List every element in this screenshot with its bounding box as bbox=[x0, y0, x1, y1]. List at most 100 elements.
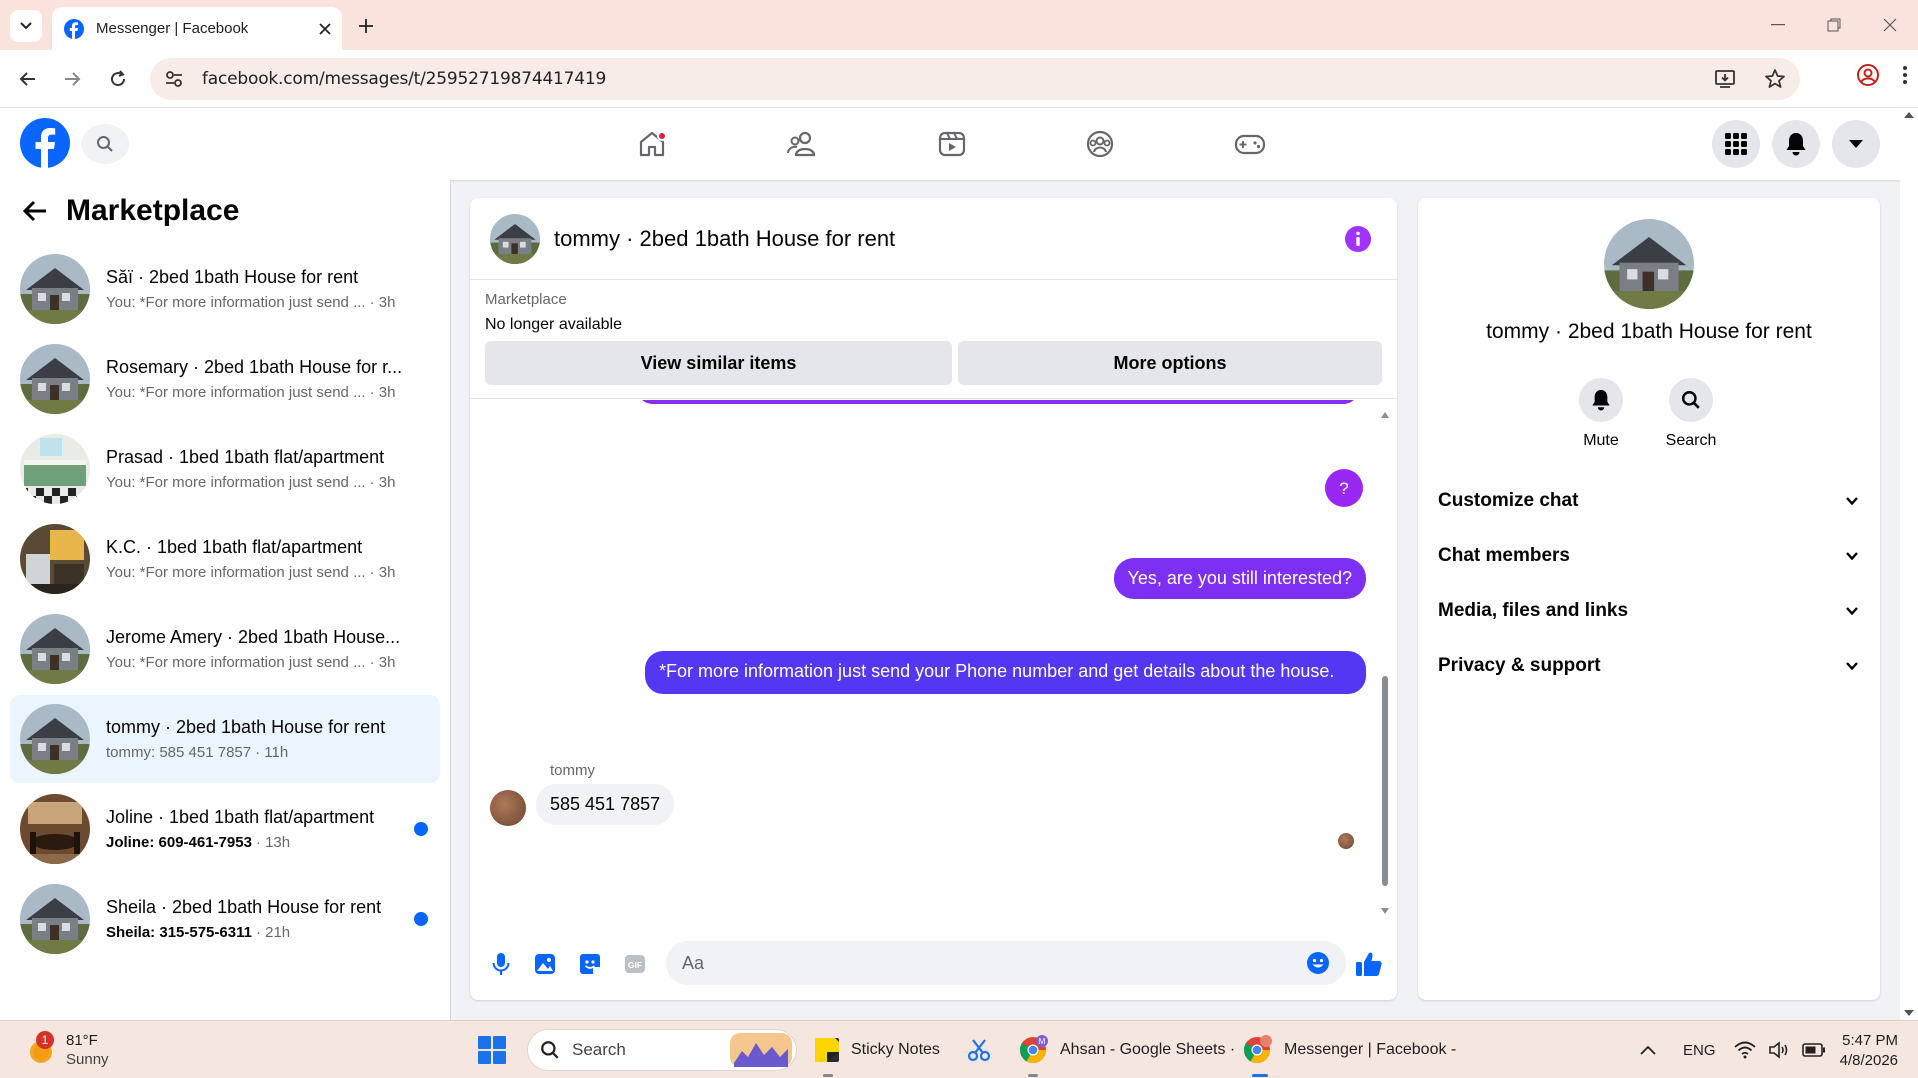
weather-widget[interactable]: 1 81°F Sunny bbox=[24, 1021, 109, 1078]
address-bar[interactable]: facebook.com/messages/t/2595271987441741… bbox=[150, 58, 1800, 100]
conversation-thumbnail bbox=[20, 704, 90, 774]
message-thread: ? Yes, are you still interested? *For mo… bbox=[470, 400, 1397, 925]
conversation-item[interactable]: tommy · 2bed 1bath House for rent tommy: … bbox=[10, 695, 440, 783]
privacy-support-section[interactable]: Privacy & support bbox=[1438, 644, 1858, 688]
attach-photo-button[interactable] bbox=[530, 949, 560, 979]
conversation-name: Joline · 1bed 1bath flat/apartment bbox=[106, 807, 375, 827]
chat-members-section[interactable]: Chat members bbox=[1438, 534, 1858, 578]
conversation-time: · 3h bbox=[369, 564, 396, 581]
gif-button[interactable]: GIF bbox=[620, 949, 650, 979]
conversation-item[interactable]: Prasad · 1bed 1bath flat/apartment You: *… bbox=[10, 425, 440, 513]
conversation-thumbnail bbox=[20, 794, 90, 864]
mute-action[interactable]: Mute bbox=[1561, 378, 1641, 450]
tab-search-button[interactable] bbox=[10, 10, 42, 42]
search-action[interactable]: Search bbox=[1651, 378, 1731, 450]
weather-desc: Sunny bbox=[66, 1051, 109, 1068]
url-text[interactable]: facebook.com/messages/t/2595271987441741… bbox=[202, 69, 1714, 89]
facebook-logo[interactable] bbox=[20, 118, 70, 168]
page-scrollbar[interactable] bbox=[1900, 108, 1918, 1020]
nav-gaming[interactable] bbox=[1220, 118, 1280, 170]
conversation-name: Sheila · 2bed 1bath House for rent bbox=[106, 897, 382, 917]
minimize-button[interactable] bbox=[1750, 0, 1806, 50]
thumbs-up-icon bbox=[1356, 952, 1382, 976]
taskbar-snipping-tool[interactable] bbox=[965, 1021, 993, 1078]
conversation-name: K.C. · 1bed 1bath flat/apartment bbox=[106, 537, 363, 557]
clock[interactable]: 5:47 PM 4/8/2026 bbox=[1818, 1021, 1898, 1078]
gaming-icon bbox=[1234, 134, 1266, 155]
language-indicator[interactable]: ENG bbox=[1683, 1021, 1716, 1078]
conversation-info-button[interactable] bbox=[1345, 226, 1371, 252]
forward-button[interactable] bbox=[56, 63, 88, 95]
conversation-preview: You: *For more information just send ... bbox=[106, 384, 366, 401]
taskbar-sticky-notes[interactable]: Sticky Notes bbox=[813, 1021, 940, 1078]
svg-text:M: M bbox=[1039, 1037, 1046, 1046]
conversation-item[interactable]: Săï · 2bed 1bath House for rent You: *For… bbox=[10, 245, 440, 333]
like-button[interactable] bbox=[1354, 949, 1384, 979]
profile-avatar-icon[interactable] bbox=[1856, 63, 1880, 87]
voice-clip-button[interactable] bbox=[486, 949, 516, 979]
conversation-item[interactable]: Jerome Amery · 2bed 1bath House... You: *… bbox=[10, 605, 440, 693]
message-scrollbar[interactable] bbox=[1378, 408, 1392, 918]
arrow-left-icon bbox=[19, 72, 35, 86]
sticker-button[interactable] bbox=[575, 949, 605, 979]
search-label: Search bbox=[1665, 432, 1717, 449]
back-button[interactable] bbox=[12, 63, 44, 95]
section-label: Customize chat bbox=[1438, 490, 1579, 511]
facebook-search-button[interactable] bbox=[81, 124, 129, 164]
windows-logo-icon bbox=[478, 1036, 506, 1064]
taskbar-chrome-messenger[interactable]: Messenger | Facebook - bbox=[1242, 1021, 1456, 1078]
taskbar-chrome-sheets[interactable]: M Ahsan - Google Sheets · bbox=[1018, 1021, 1235, 1078]
plus-icon bbox=[359, 19, 373, 33]
conversation-preview: tommy: 585 451 7857 bbox=[106, 744, 252, 761]
menu-grid-button[interactable] bbox=[1712, 120, 1760, 168]
system-tray[interactable] bbox=[1734, 1021, 1826, 1078]
search-icon bbox=[1682, 391, 1700, 409]
taskbar-search[interactable]: Search bbox=[527, 1029, 797, 1071]
conversation-item[interactable]: Joline · 1bed 1bath flat/apartment Joline… bbox=[10, 785, 440, 873]
close-icon[interactable] bbox=[318, 22, 332, 36]
conversation-thumbnail bbox=[20, 434, 90, 504]
conversation-thumbnail bbox=[20, 254, 90, 324]
new-tab-button[interactable] bbox=[350, 10, 382, 42]
close-window-button[interactable] bbox=[1862, 0, 1918, 50]
sticky-notes-icon bbox=[815, 1038, 839, 1062]
nav-friends[interactable] bbox=[772, 118, 832, 170]
nav-watch[interactable] bbox=[922, 118, 982, 170]
conversation-item[interactable]: Rosemary · 2bed 1bath House for r... You:… bbox=[10, 335, 440, 423]
conversation-name: Săï · 2bed 1bath House for rent bbox=[106, 267, 359, 287]
nav-groups[interactable] bbox=[1070, 118, 1130, 170]
conversation-item[interactable]: K.C. · 1bed 1bath flat/apartment You: *Fo… bbox=[10, 515, 440, 603]
search-highlight-icon bbox=[730, 1033, 792, 1067]
more-options-button[interactable]: More options bbox=[958, 341, 1382, 385]
emoji-icon[interactable] bbox=[1306, 951, 1330, 975]
browser-tab-messenger[interactable]: Messenger | Facebook bbox=[52, 7, 342, 50]
message-bubble-question: ? bbox=[1325, 469, 1363, 507]
nav-home[interactable] bbox=[622, 118, 682, 170]
sender-avatar[interactable] bbox=[490, 790, 526, 826]
conversation-item[interactable]: Sheila · 2bed 1bath House for rent Sheila… bbox=[10, 875, 440, 963]
chat-title[interactable]: tommy · 2bed 1bath House for rent bbox=[554, 226, 895, 252]
media-files-links-section[interactable]: Media, files and links bbox=[1438, 589, 1858, 633]
site-settings-icon[interactable] bbox=[164, 69, 184, 89]
contact-avatar[interactable] bbox=[1604, 219, 1694, 309]
account-button[interactable] bbox=[1832, 120, 1880, 168]
install-app-icon[interactable] bbox=[1714, 68, 1736, 90]
notification-dot bbox=[657, 131, 667, 141]
view-similar-items-button[interactable]: View similar items bbox=[485, 341, 952, 385]
conversation-preview: You: *For more information just send ... bbox=[106, 294, 366, 311]
back-arrow-icon[interactable] bbox=[22, 200, 48, 222]
conversation-preview: You: *For more information just send ... bbox=[106, 654, 366, 671]
restore-button[interactable] bbox=[1806, 0, 1862, 50]
browser-menu-icon[interactable] bbox=[1902, 65, 1908, 85]
contact-name: tommy · 2bed 1bath House for rent bbox=[1486, 320, 1812, 343]
customize-chat-section[interactable]: Customize chat bbox=[1438, 479, 1858, 523]
bookmark-star-icon[interactable] bbox=[1764, 68, 1786, 90]
message-input[interactable]: Aa bbox=[666, 941, 1346, 985]
notifications-button[interactable] bbox=[1772, 120, 1820, 168]
start-button[interactable] bbox=[477, 1021, 507, 1078]
section-label: Media, files and links bbox=[1438, 600, 1629, 621]
reload-button[interactable] bbox=[102, 63, 134, 95]
show-hidden-icons[interactable] bbox=[1640, 1021, 1656, 1078]
bell-icon bbox=[1786, 133, 1806, 156]
chat-avatar[interactable] bbox=[490, 214, 540, 264]
